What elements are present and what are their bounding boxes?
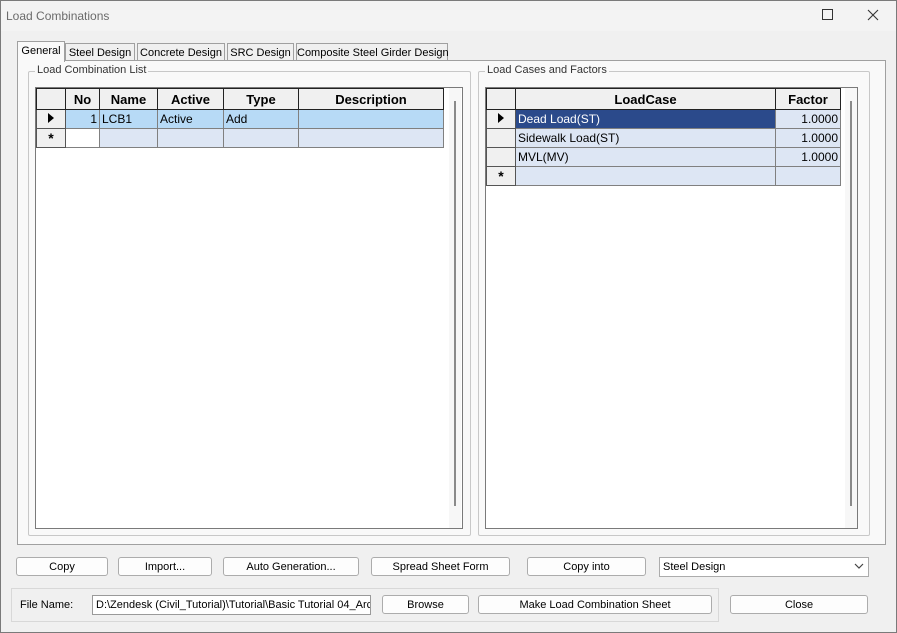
- window-title: Load Combinations: [6, 9, 110, 23]
- title-bar: Load Combinations: [1, 1, 896, 31]
- load-cases-factors-label: Load Cases and Factors: [485, 64, 609, 76]
- cell-active[interactable]: [157, 128, 224, 148]
- file-name-input[interactable]: D:\Zendesk (Civil_Tutorial)\Tutorial\Bas…: [92, 595, 371, 615]
- right-triangle-icon: [47, 112, 55, 126]
- asterisk-icon: *: [498, 168, 504, 184]
- row-selector[interactable]: [486, 147, 516, 167]
- cell-loadcase[interactable]: Dead Load(ST): [515, 109, 776, 129]
- tab-composite-steel-girder-design[interactable]: Composite Steel Girder Design: [296, 43, 449, 61]
- close-button[interactable]: Close: [730, 595, 868, 614]
- row-header-corner: [486, 88, 516, 110]
- auto-generation-button[interactable]: Auto Generation...: [223, 557, 359, 576]
- vertical-scrollbar[interactable]: [845, 88, 857, 528]
- copy-into-button[interactable]: Copy into: [527, 557, 646, 576]
- row-selector[interactable]: [486, 128, 516, 148]
- scrollbar-thumb[interactable]: [850, 101, 852, 506]
- copy-into-target-value: Steel Design: [663, 561, 726, 573]
- cell-factor[interactable]: 1.0000: [775, 147, 841, 167]
- column-header-loadcase[interactable]: LoadCase: [515, 88, 776, 110]
- cell-description[interactable]: [298, 109, 444, 129]
- column-header-name[interactable]: Name: [99, 88, 158, 110]
- column-header-type[interactable]: Type: [223, 88, 299, 110]
- vertical-scrollbar[interactable]: [449, 88, 461, 528]
- cell-factor[interactable]: [775, 166, 841, 186]
- cell-no[interactable]: 1: [65, 109, 100, 129]
- load-cases-grid[interactable]: LoadCase Factor Dead Load(ST) 1.0000 Sid…: [485, 87, 858, 529]
- copy-button[interactable]: Copy: [16, 557, 108, 576]
- cell-factor[interactable]: 1.0000: [775, 128, 841, 148]
- cell-factor[interactable]: 1.0000: [775, 109, 841, 129]
- tab-general[interactable]: General: [17, 41, 65, 62]
- load-combination-list-label: Load Combination List: [35, 64, 149, 76]
- row-selector[interactable]: [36, 109, 66, 129]
- maximize-button[interactable]: [804, 1, 850, 31]
- table-row[interactable]: MVL(MV) 1.0000: [486, 147, 841, 167]
- browse-button[interactable]: Browse: [382, 595, 469, 614]
- cell-active[interactable]: Active: [157, 109, 224, 129]
- cell-name[interactable]: [99, 128, 158, 148]
- column-header-active[interactable]: Active: [157, 88, 224, 110]
- maximize-icon: [821, 9, 833, 23]
- grid-header-row: No Name Active Type Description: [36, 88, 444, 110]
- scrollbar-thumb[interactable]: [454, 101, 456, 506]
- copy-into-target-select[interactable]: Steel Design: [659, 557, 869, 577]
- row-selector[interactable]: *: [36, 128, 66, 148]
- table-row-new[interactable]: *: [36, 128, 444, 148]
- cell-type[interactable]: [223, 128, 299, 148]
- table-row[interactable]: Dead Load(ST) 1.0000: [486, 109, 841, 129]
- load-combination-grid[interactable]: No Name Active Type Description 1 LCB1 A…: [35, 87, 463, 529]
- close-icon: [867, 9, 879, 24]
- right-triangle-icon: [497, 112, 505, 126]
- column-header-factor[interactable]: Factor: [775, 88, 841, 110]
- cell-loadcase[interactable]: [515, 166, 776, 186]
- row-selector[interactable]: *: [486, 166, 516, 186]
- cell-no[interactable]: [65, 128, 100, 148]
- tab-steel-design[interactable]: Steel Design: [65, 43, 135, 61]
- table-row-new[interactable]: *: [486, 166, 841, 186]
- asterisk-icon: *: [48, 130, 54, 146]
- make-load-combination-sheet-button[interactable]: Make Load Combination Sheet: [478, 595, 712, 614]
- column-header-description[interactable]: Description: [298, 88, 444, 110]
- cell-loadcase[interactable]: MVL(MV): [515, 147, 776, 167]
- cell-description[interactable]: [298, 128, 444, 148]
- import-button[interactable]: Import...: [118, 557, 212, 576]
- cell-name[interactable]: LCB1: [99, 109, 158, 129]
- spread-sheet-form-button[interactable]: Spread Sheet Form: [371, 557, 510, 576]
- cell-type[interactable]: Add: [223, 109, 299, 129]
- file-name-label: File Name:: [20, 599, 74, 611]
- general-tab-panel: Load Combination List No Name Active Typ: [17, 60, 886, 545]
- cell-loadcase[interactable]: Sidewalk Load(ST): [515, 128, 776, 148]
- load-cases-factors-group: Load Cases and Factors LoadCase Factor D…: [478, 64, 870, 536]
- file-name-group: File Name: D:\Zendesk (Civil_Tutorial)\T…: [11, 588, 719, 622]
- tab-src-design[interactable]: SRC Design: [227, 43, 294, 61]
- column-header-no[interactable]: No: [65, 88, 100, 110]
- table-row[interactable]: 1 LCB1 Active Add: [36, 109, 444, 129]
- table-row[interactable]: Sidewalk Load(ST) 1.0000: [486, 128, 841, 148]
- load-combinations-dialog: Load Combinations General Steel Design C…: [0, 0, 897, 633]
- tab-concrete-design[interactable]: Concrete Design: [137, 43, 225, 61]
- chevron-down-icon: [854, 560, 864, 575]
- load-combination-list-group: Load Combination List No Name Active Typ: [28, 64, 471, 536]
- row-selector[interactable]: [486, 109, 516, 129]
- grid-header-row: LoadCase Factor: [486, 88, 841, 110]
- close-window-button[interactable]: [850, 1, 896, 31]
- row-header-corner: [36, 88, 66, 110]
